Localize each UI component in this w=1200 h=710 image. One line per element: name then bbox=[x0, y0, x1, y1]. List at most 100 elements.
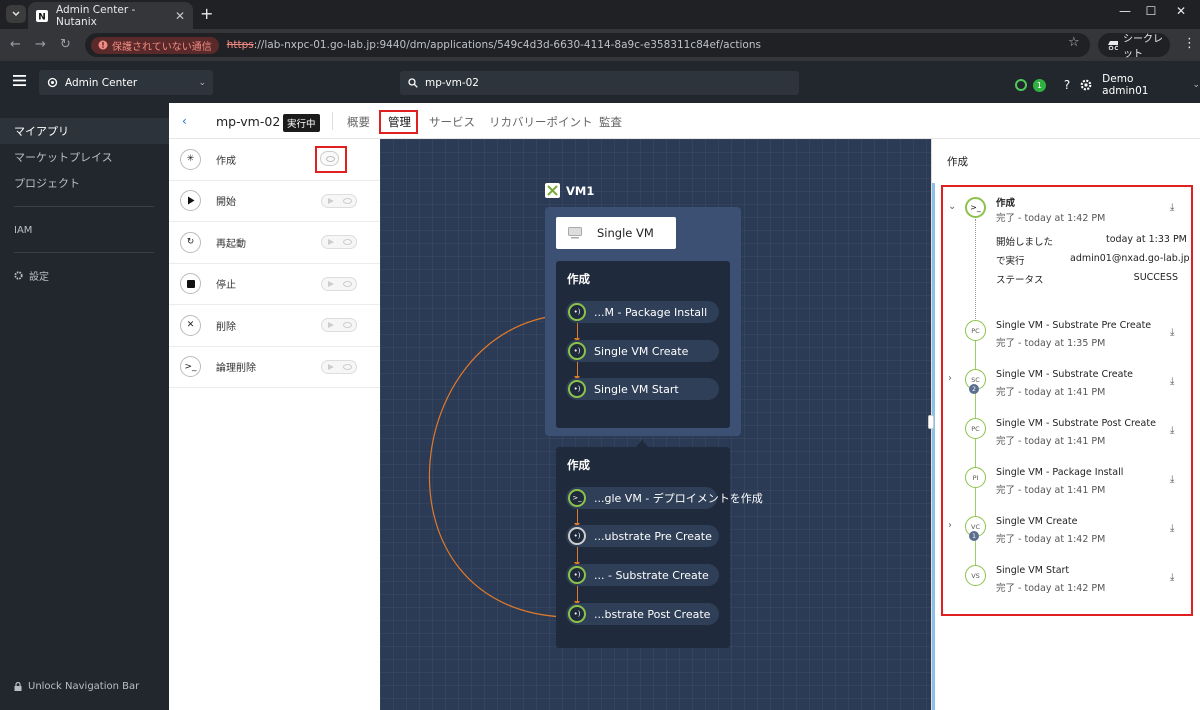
task-pill[interactable]: •) Single VM Create bbox=[566, 340, 719, 362]
flow-arrow bbox=[574, 509, 580, 527]
task-pill[interactable]: >_ ...gle VM - デプロイメントを作成 bbox=[566, 487, 763, 509]
url-text[interactable]: https://lab-nxpc-01.go-lab.jp:9440/dm/ap… bbox=[227, 39, 761, 51]
play-icon bbox=[328, 197, 334, 204]
task-name: Single VM - Substrate Post Create bbox=[996, 418, 1156, 429]
reload-icon[interactable]: ↻ bbox=[60, 37, 71, 52]
collapse-chevron-icon[interactable]: ⌄ bbox=[948, 201, 956, 212]
sidebar-item-label: プロジェクト bbox=[14, 177, 80, 190]
sidebar-item-label: マーケットプレイス bbox=[14, 151, 113, 164]
sidebar-item-projects[interactable]: プロジェクト bbox=[0, 170, 169, 196]
bookmark-star-icon[interactable]: ☆ bbox=[1068, 35, 1080, 50]
task-status: 完了 - today at 1:41 PM bbox=[996, 436, 1106, 447]
task-name: Single VM - Package Install bbox=[996, 467, 1124, 478]
browser-menu-icon[interactable]: ⋮ bbox=[1183, 36, 1196, 51]
action-row-soft-delete[interactable]: >_ 論理削除 bbox=[169, 347, 380, 388]
tab-overview[interactable]: 概要 bbox=[347, 114, 370, 130]
gear-icon[interactable] bbox=[1080, 79, 1092, 91]
sidebar-item-label: IAM bbox=[14, 224, 33, 236]
download-icon[interactable]: ⤓ bbox=[1170, 327, 1174, 338]
panel-title: 作成 bbox=[567, 458, 590, 472]
task-pill[interactable]: •) ... - Substrate Create bbox=[566, 564, 719, 586]
sidebar-item-marketplace[interactable]: マーケットプレイス bbox=[0, 144, 169, 170]
task-label: ...gle VM - デプロイメントを作成 bbox=[594, 492, 763, 505]
address-bar-row: ← → ↻ 保護されていない通信 https://lab-nxpc-01.go-… bbox=[0, 29, 1200, 61]
action-row-stop[interactable]: 停止 bbox=[169, 264, 380, 305]
action-row-restart[interactable]: ↻ 再起動 bbox=[169, 222, 380, 264]
unlock-navigation-bar[interactable]: Unlock Navigation Bar bbox=[14, 681, 139, 692]
maximize-button[interactable]: ☐ bbox=[1136, 4, 1166, 18]
search-input[interactable]: mp-vm-02 bbox=[400, 71, 799, 95]
user-menu[interactable]: Demo admin01 bbox=[1102, 73, 1182, 97]
play-icon bbox=[328, 322, 334, 329]
alert-status-icon[interactable] bbox=[1015, 79, 1027, 91]
forward-arrow-icon[interactable]: → bbox=[35, 37, 46, 52]
task-status: 完了 - today at 1:42 PM bbox=[996, 583, 1106, 594]
security-label: 保護されていない通信 bbox=[112, 41, 212, 53]
action-row-create[interactable]: ✳ 作成 bbox=[169, 139, 380, 181]
lock-icon bbox=[14, 682, 22, 691]
action-row-delete[interactable]: ✕ 削除 bbox=[169, 305, 380, 347]
new-tab-button[interactable]: + bbox=[200, 5, 213, 23]
task-pill[interactable]: •) ...ubstrate Pre Create bbox=[566, 525, 719, 547]
sidebar-item-iam[interactable]: IAM bbox=[0, 217, 169, 243]
task-status-icon: PC bbox=[965, 320, 986, 341]
download-icon[interactable]: ⤓ bbox=[1170, 425, 1174, 436]
tab-search-button[interactable] bbox=[6, 5, 26, 23]
download-icon[interactable]: ⤓ bbox=[1170, 376, 1174, 387]
incognito-indicator[interactable]: シークレット bbox=[1098, 33, 1170, 60]
task-pill[interactable]: •) Single VM Start bbox=[566, 378, 719, 400]
close-window-button[interactable]: ✕ bbox=[1166, 4, 1196, 18]
action-row-start[interactable]: 開始 bbox=[169, 181, 380, 222]
action-toggle[interactable] bbox=[321, 235, 357, 250]
download-icon[interactable]: ⤓ bbox=[1170, 523, 1174, 534]
task-status: 完了 - today at 1:41 PM bbox=[996, 485, 1106, 496]
asterisk-icon: ✳ bbox=[180, 148, 201, 170]
app-selector[interactable]: Admin Center ⌄ bbox=[39, 70, 213, 95]
back-chevron-icon[interactable]: ‹ bbox=[182, 114, 187, 128]
task-name: Single VM Start bbox=[996, 565, 1070, 576]
omnibox[interactable]: 保護されていない通信 https://lab-nxpc-01.go-lab.jp… bbox=[85, 33, 1090, 57]
eye-icon bbox=[343, 197, 352, 204]
single-vm-card[interactable]: Single VM bbox=[556, 217, 676, 249]
highlight-box-create-action bbox=[315, 146, 347, 173]
back-arrow-icon[interactable]: ← bbox=[10, 37, 21, 52]
tab-close-icon[interactable]: ✕ bbox=[175, 9, 185, 23]
expand-chevron-icon[interactable]: › bbox=[948, 520, 952, 531]
task-pill[interactable]: •) ...bstrate Post Create bbox=[566, 603, 719, 625]
help-icon[interactable]: ? bbox=[1064, 78, 1070, 92]
stop-icon bbox=[180, 273, 201, 295]
flow-arrow bbox=[574, 323, 580, 342]
security-badge[interactable]: 保護されていない通信 bbox=[91, 36, 219, 54]
task-status: 完了 - today at 1:41 PM bbox=[996, 387, 1106, 398]
hamburger-menu-icon[interactable] bbox=[13, 75, 26, 86]
sidebar-item-settings[interactable]: 設定 bbox=[0, 262, 169, 288]
action-toggle[interactable] bbox=[321, 318, 357, 333]
sidebar-item-my-apps[interactable]: マイアプリ bbox=[0, 118, 169, 144]
download-icon[interactable]: ⤓ bbox=[1170, 572, 1174, 583]
tab-audit[interactable]: 監査 bbox=[599, 114, 622, 130]
browser-tab[interactable]: N Admin Center - Nutanix ✕ bbox=[28, 2, 193, 29]
task-pill[interactable]: •) ...M - Package Install bbox=[566, 301, 719, 323]
action-toggle[interactable] bbox=[321, 359, 357, 374]
incognito-icon bbox=[1108, 41, 1118, 50]
tab-services[interactable]: サービス bbox=[429, 114, 475, 130]
chevron-down-icon: ⌄ bbox=[1192, 80, 1200, 90]
header-divider bbox=[332, 112, 333, 130]
content-header: ‹ mp-vm-02 実行中 概要 管理 サービス リカバリーポイント 監査 bbox=[169, 103, 1200, 139]
expand-chevron-icon[interactable]: › bbox=[948, 373, 952, 384]
workflow-canvas[interactable]: VM1 Single VM 作成 •) ...M - Package Instal… bbox=[380, 139, 931, 710]
action-toggle[interactable] bbox=[321, 276, 357, 291]
task-label: ...M - Package Install bbox=[594, 305, 708, 319]
panel-resize-handle[interactable] bbox=[928, 415, 934, 429]
chevron-down-icon: ⌄ bbox=[198, 77, 206, 88]
play-icon bbox=[180, 190, 201, 212]
warning-icon bbox=[98, 40, 108, 50]
alert-count-badge[interactable]: 1 bbox=[1032, 78, 1046, 92]
download-icon[interactable]: ⤓ bbox=[1170, 202, 1174, 213]
task-status-icon: VS bbox=[965, 565, 986, 586]
run-name: 作成 bbox=[996, 198, 1016, 209]
tab-recovery-points[interactable]: リカバリーポイント bbox=[489, 114, 593, 130]
sidebar-item-label: 設定 bbox=[29, 271, 49, 283]
action-toggle[interactable] bbox=[321, 193, 357, 208]
download-icon[interactable]: ⤓ bbox=[1170, 474, 1174, 485]
